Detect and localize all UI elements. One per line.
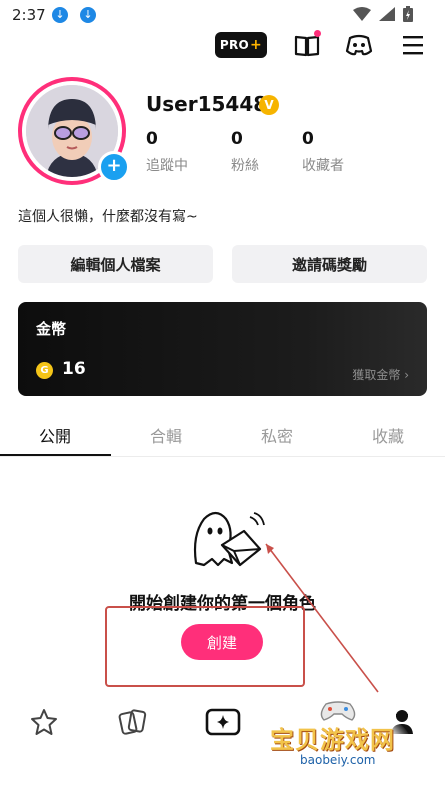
download-icon: ↓ — [80, 7, 96, 23]
wifi-icon — [353, 7, 371, 21]
following-count[interactable]: 0 — [146, 129, 158, 149]
followers-count[interactable]: 0 — [231, 129, 243, 149]
add-avatar-button[interactable]: + — [98, 151, 130, 183]
watermark-url: baobeiy.com — [300, 753, 376, 767]
annotation-arrow — [265, 543, 379, 693]
collectors-count[interactable]: 0 — [302, 129, 314, 149]
coin-balance: 16 — [62, 359, 86, 379]
tab-private[interactable]: 私密 — [261, 423, 293, 447]
plus-icon: + — [250, 37, 263, 53]
following-label[interactable]: 追蹤中 — [146, 155, 188, 175]
coin-title: 金幣 — [36, 320, 67, 338]
status-icons — [353, 6, 413, 22]
download-icon: ↓ — [52, 7, 68, 23]
username: User15448 — [146, 92, 268, 116]
nav-create-sparkle-icon[interactable] — [205, 706, 241, 738]
watermark-text: 宝贝游戏网 — [270, 726, 395, 754]
nav-cards-icon[interactable] — [117, 706, 149, 738]
coin-card: 金幣 G 16 獲取金幣 › — [18, 302, 427, 396]
menu-icon[interactable] — [398, 30, 428, 60]
notification-dot — [314, 30, 321, 37]
ghost-box-illustration — [188, 505, 268, 579]
pro-label: PRO — [219, 38, 250, 52]
invite-code-reward-button[interactable]: 邀請碼獎勵 — [232, 245, 427, 283]
tab-collection[interactable]: 合輯 — [150, 423, 182, 447]
tab-public[interactable]: 公開 — [39, 423, 71, 447]
gold-coin-icon: G — [36, 362, 53, 379]
bio-text: 這個人很懶，什麼都沒有寫~ — [18, 209, 198, 225]
discord-icon[interactable] — [344, 30, 374, 60]
pro-button[interactable]: PRO + — [215, 32, 267, 58]
status-time: 2:37 — [12, 6, 46, 24]
tab-favorites[interactable]: 收藏 — [372, 423, 404, 447]
book-icon[interactable] — [292, 30, 322, 60]
battery-icon — [403, 6, 413, 22]
tab-divider — [0, 456, 445, 457]
followers-label[interactable]: 粉絲 — [231, 155, 259, 175]
edit-profile-button[interactable]: 編輯個人檔案 — [18, 245, 213, 283]
collectors-label[interactable]: 收藏者 — [302, 155, 344, 175]
get-coins-link[interactable]: 獲取金幣 › — [352, 366, 409, 383]
verified-badge-icon: V — [259, 95, 279, 115]
signal-icon — [379, 7, 395, 21]
nav-explore-star-icon[interactable] — [28, 706, 60, 738]
